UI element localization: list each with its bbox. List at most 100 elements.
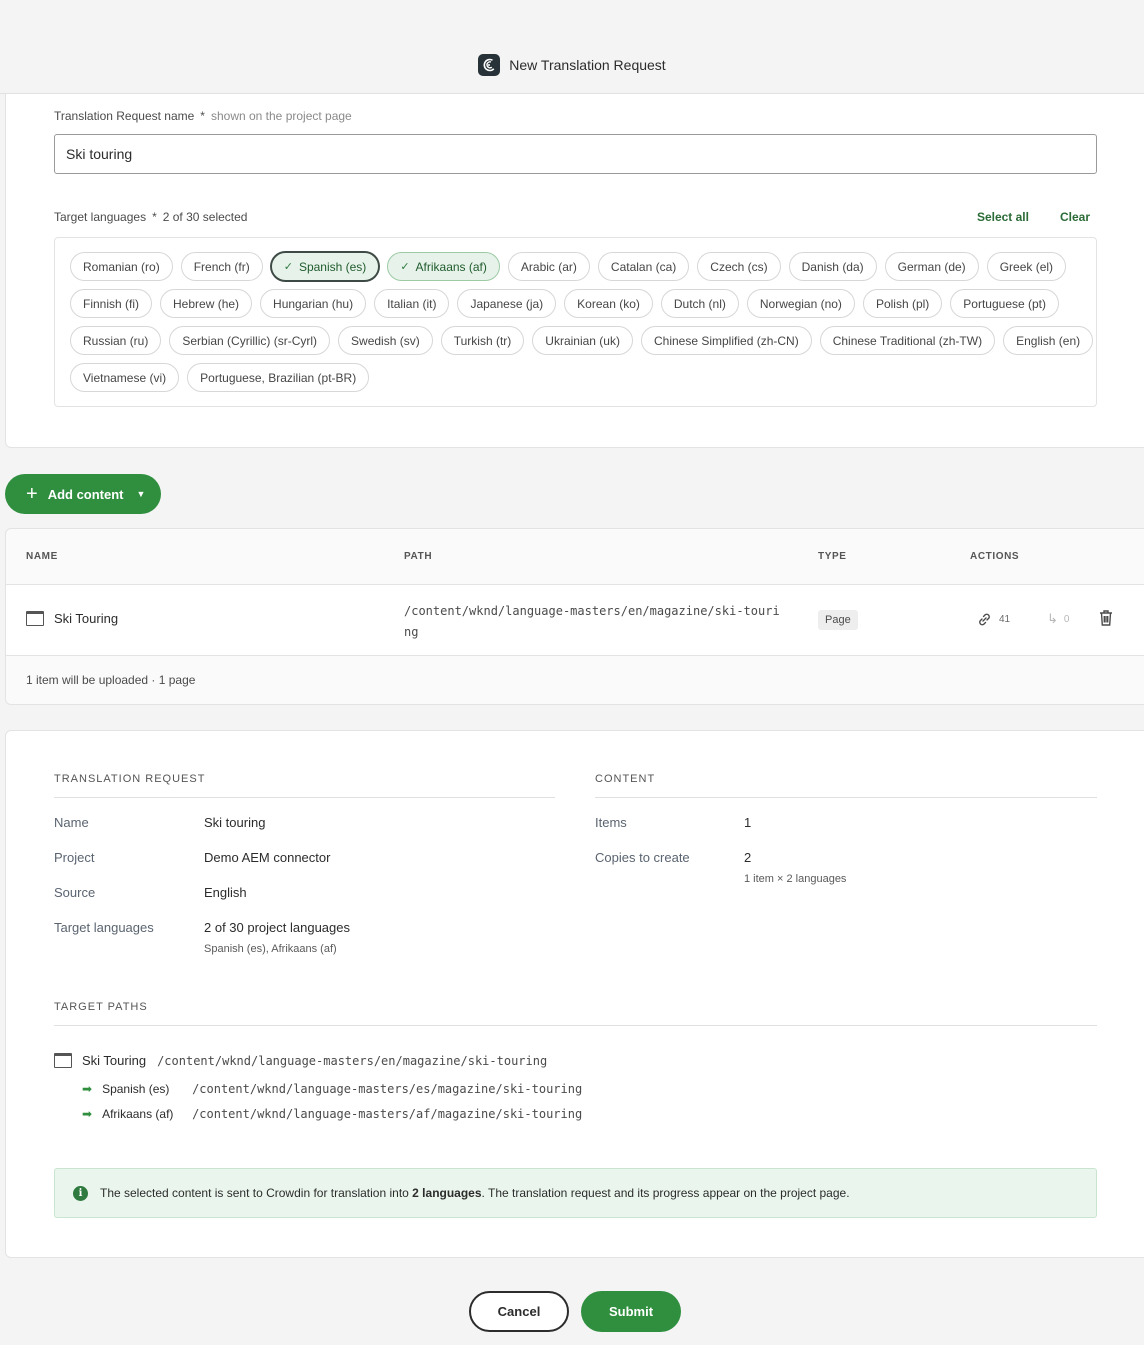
language-chip-zh-tw[interactable]: Chinese Traditional (zh-TW): [819, 326, 996, 355]
language-chip-ru[interactable]: Russian (ru): [70, 326, 162, 355]
summary-copies-value: 2: [744, 850, 752, 865]
language-chip-label: Chinese Traditional (zh-TW): [832, 333, 983, 348]
language-chip-tr[interactable]: Turkish (tr): [440, 326, 525, 355]
language-chip-he[interactable]: Hebrew (he): [160, 289, 253, 318]
language-chip-label: Chinese Simplified (zh-CN): [653, 333, 799, 348]
language-chip-fi[interactable]: Finnish (fi): [70, 289, 153, 318]
language-chip-label: Spanish (es): [298, 259, 367, 274]
language-chip-label: Greek (el): [999, 259, 1054, 274]
info-text-end: . The translation request and its progre…: [481, 1186, 850, 1200]
language-chip-label: Vietnamese (vi): [83, 370, 167, 385]
language-chip-de[interactable]: German (de): [884, 252, 979, 281]
target-language: Spanish (es): [102, 1082, 170, 1096]
language-chip-label: Russian (ru): [83, 333, 149, 348]
add-content-label: Add content: [47, 486, 124, 502]
add-content-button[interactable]: + Add content ▼: [5, 474, 161, 514]
column-header-type[interactable]: TYPE: [818, 551, 847, 562]
summary-items-value: 1: [744, 815, 752, 830]
language-chip-cs[interactable]: Czech (cs): [697, 252, 781, 281]
language-chip-vi[interactable]: Vietnamese (vi): [70, 363, 180, 392]
target-languages-label-text: Target languages: [54, 210, 147, 224]
target-path: /content/wknd/language-masters/af/magazi…: [192, 1107, 583, 1121]
select-all-button[interactable]: Select all: [977, 210, 1029, 224]
language-chip-label: Ukrainian (uk): [545, 333, 620, 348]
language-chip-da[interactable]: Danish (da): [788, 252, 877, 281]
language-chip-zh-cn[interactable]: Chinese Simplified (zh-CN): [640, 326, 812, 355]
link-icon: [979, 613, 990, 626]
language-chip-label: Arabic (ar): [520, 259, 577, 274]
language-chip-ar[interactable]: Arabic (ar): [507, 252, 590, 281]
info-text-start: The selected content is sent to Crowdin …: [100, 1186, 413, 1200]
request-form-card: Translation Request name * shown on the pr…: [5, 94, 1144, 448]
check-icon: ✓: [283, 261, 293, 273]
language-chip-hu[interactable]: Hungarian (hu): [260, 289, 367, 318]
language-chip-sr-cyrl[interactable]: Serbian (Cyrillic) (sr-Cyrl): [169, 326, 331, 355]
language-chip-ca[interactable]: Catalan (ca): [597, 252, 690, 281]
row-path: /content/wknd/language-masters/en/magazi…: [404, 604, 780, 639]
language-chip-af[interactable]: ✓ Afrikaans (af): [387, 252, 500, 281]
arrow-right-icon: ➡: [82, 1107, 93, 1121]
language-chip-label: Polish (pl): [875, 296, 930, 311]
language-chip-pl[interactable]: Polish (pl): [862, 289, 943, 318]
language-chip-nl[interactable]: Dutch (nl): [660, 289, 739, 318]
language-chip-sv[interactable]: Swedish (sv): [338, 326, 433, 355]
submit-button[interactable]: Submit: [581, 1291, 681, 1332]
table-footer-summary: 1 item will be uploaded · 1 page: [26, 673, 196, 687]
language-chip-el[interactable]: Greek (el): [986, 252, 1067, 281]
chip-row-1: Romanian (ro) French (fr) ✓ Spanish (es) …: [70, 252, 1067, 281]
language-chip-label: Italian (it): [387, 296, 437, 311]
language-chip-uk[interactable]: Ukrainian (uk): [532, 326, 633, 355]
language-chip-label: Norwegian (no): [759, 296, 842, 311]
cancel-button[interactable]: Cancel: [469, 1291, 569, 1332]
info-banner: i The selected content is sent to Crowdi…: [54, 1168, 1097, 1218]
page-icon: [26, 611, 44, 626]
language-chip-label: Portuguese (pt): [963, 296, 1047, 311]
language-chip-ro[interactable]: Romanian (ro): [70, 252, 173, 281]
language-chip-label: Portuguese, Brazilian (pt-BR): [200, 370, 357, 385]
summary-source-key: Source: [54, 885, 96, 900]
summary-source-value: English: [204, 885, 247, 900]
column-header-name[interactable]: NAME: [26, 551, 58, 562]
language-chip-label: Dutch (nl): [673, 296, 726, 311]
language-chip-label: Romanian (ro): [83, 259, 160, 274]
page-icon: [54, 1053, 72, 1068]
language-chip-ja[interactable]: Japanese (ja): [457, 289, 557, 318]
language-chip-en[interactable]: English (en): [1003, 326, 1094, 355]
header-title-group: New Translation Request: [478, 54, 666, 76]
clear-button[interactable]: Clear: [1060, 210, 1090, 224]
language-chip-it[interactable]: Italian (it): [374, 289, 450, 318]
language-chip-label: Afrikaans (af): [415, 259, 487, 274]
language-chip-label: French (fr): [193, 259, 250, 274]
info-icon: i: [73, 1185, 88, 1201]
target-languages-label: Target languages * 2 of 30 selected: [54, 210, 247, 224]
language-chip-label: English (en): [1016, 333, 1081, 348]
language-chip-ko[interactable]: Korean (ko): [564, 289, 653, 318]
summary-copies-key: Copies to create: [595, 850, 690, 865]
source-path: /content/wknd/language-masters/en/magazi…: [157, 1053, 548, 1068]
language-chip-label: Korean (ko): [577, 296, 640, 311]
row-name-cell: Ski Touring: [26, 611, 118, 626]
request-name-input[interactable]: Ski touring: [54, 134, 1097, 174]
request-name-label: Translation Request name * shown on the pr…: [54, 109, 352, 123]
chip-row-3: Russian (ru) Serbian (Cyrillic) (sr-Cyrl…: [70, 326, 1094, 355]
language-chip-label: Hebrew (he): [173, 296, 240, 311]
references-action[interactable]: ↳ 0: [1047, 611, 1069, 627]
language-chip-label: Czech (cs): [710, 259, 768, 274]
references-count: 0: [1063, 613, 1070, 625]
language-chip-es[interactable]: ✓ Spanish (es): [270, 252, 380, 281]
table-row[interactable]: Ski Touring /content/wknd/language-maste…: [6, 584, 1144, 656]
language-chip-pt[interactable]: Portuguese (pt): [950, 289, 1060, 318]
links-action[interactable]: 41: [976, 611, 1010, 628]
summary-targets-value: 2 of 30 project languages: [204, 920, 350, 935]
column-header-path[interactable]: PATH: [404, 551, 432, 562]
language-chip-label: Japanese (ja): [470, 296, 544, 311]
type-badge: Page: [818, 610, 858, 630]
required-mark: *: [152, 210, 157, 224]
arrow-right-icon: ➡: [82, 1082, 93, 1096]
language-chip-pt-br[interactable]: Portuguese, Brazilian (pt-BR): [187, 363, 370, 392]
language-chip-fr[interactable]: French (fr): [180, 252, 263, 281]
delete-button[interactable]: [1098, 609, 1114, 627]
language-chip-no[interactable]: Norwegian (no): [746, 289, 855, 318]
target-paths-section-title: TARGET PATHS: [54, 1001, 148, 1013]
summary-targets-key: Target languages: [54, 920, 154, 935]
